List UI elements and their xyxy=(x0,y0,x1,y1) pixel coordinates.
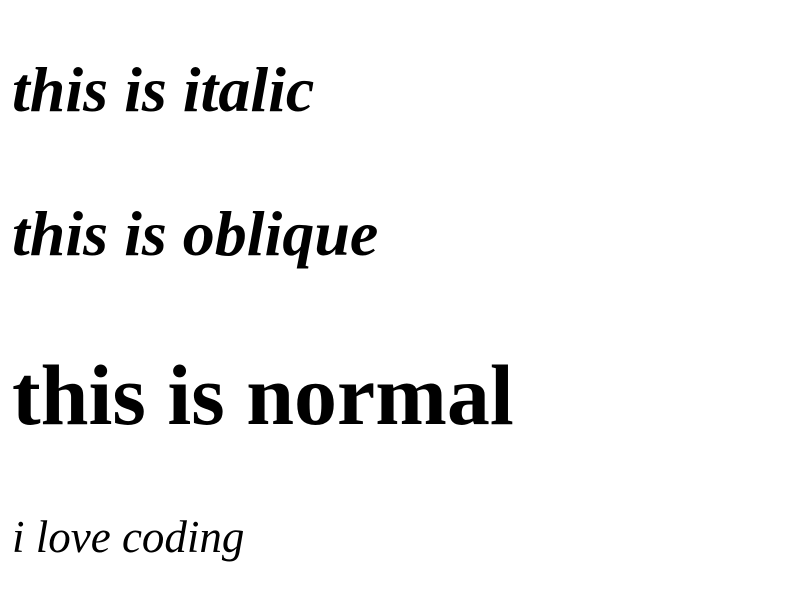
italic-heading: this is italic xyxy=(12,54,315,125)
normal-heading: this is normal xyxy=(12,347,514,443)
oblique-heading: this is oblique xyxy=(12,198,379,269)
coding-text: i love coding xyxy=(12,512,245,562)
